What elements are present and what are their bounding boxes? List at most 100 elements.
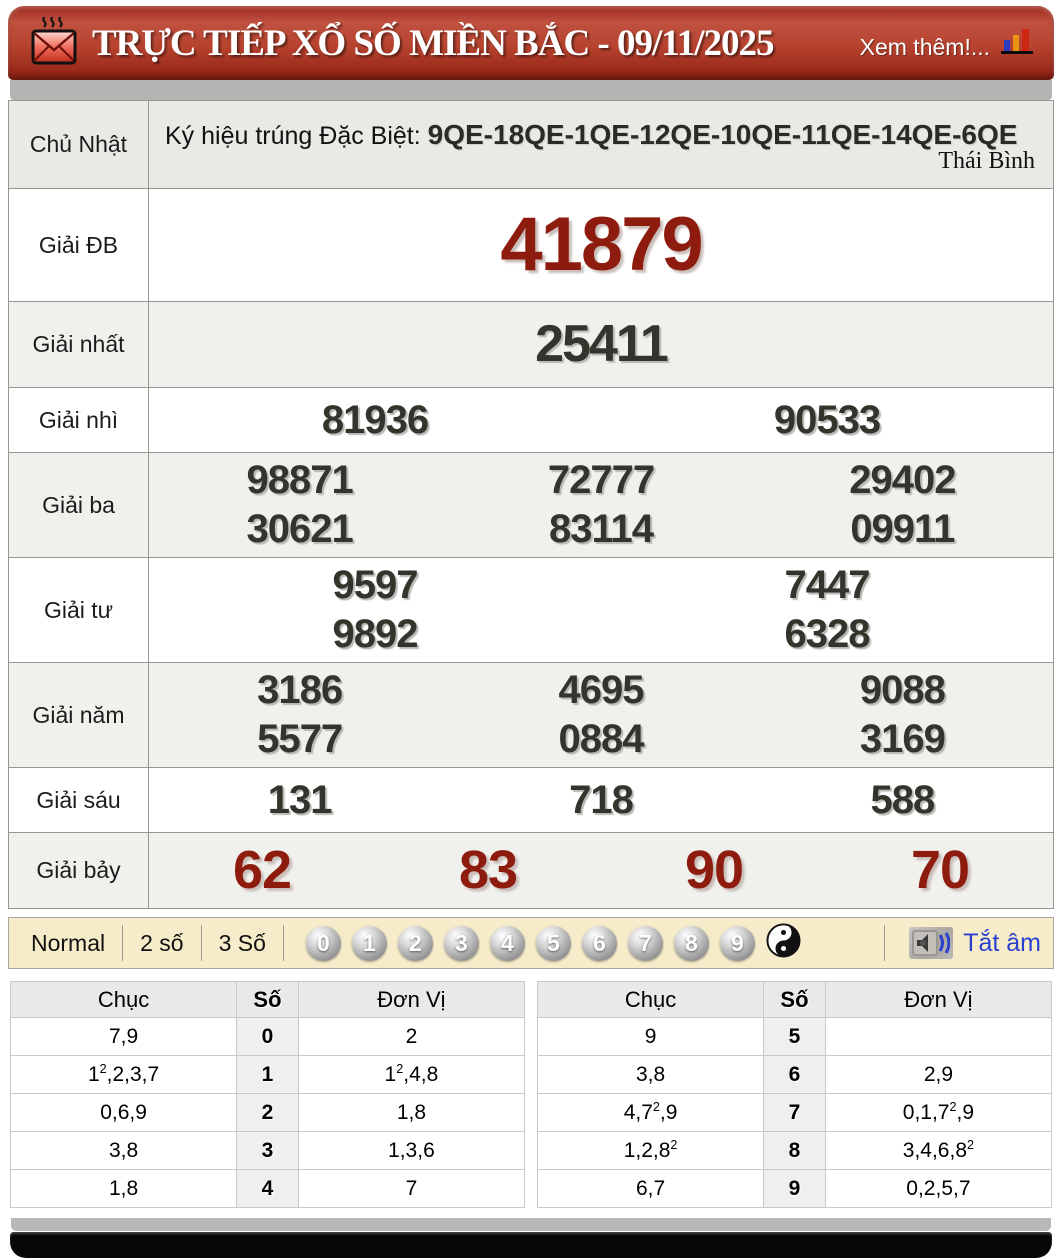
head-tail-stats: Chục Số Đơn Vị 7,9 0 2 12,2,3,7 1 12,4,8 0,6,9 2 1,… bbox=[8, 969, 1054, 1218]
stats-row: 0,6,9 2 1,8 bbox=[9, 1093, 526, 1132]
prize-number: 30621 bbox=[246, 507, 354, 551]
digit-ball-9[interactable]: 9 bbox=[719, 925, 755, 961]
stats-value-cell: 1,3,6 bbox=[297, 1131, 526, 1170]
stats-row: 1,2,82 8 3,4,6,82 bbox=[536, 1131, 1053, 1170]
prize-number: 0884 bbox=[558, 717, 645, 761]
prize-line: 81936 90533 bbox=[149, 396, 1053, 445]
prize-number: 90 bbox=[684, 839, 744, 900]
stats-row: 95 bbox=[536, 1017, 1053, 1056]
page-title: TRỰC TIẾP XỔ SỐ MIỀN BẮC - 09/11/2025 bbox=[92, 22, 775, 64]
info-row: Chủ Nhật Ký hiệu trúng Đặc Biệt: 9QE-18Q… bbox=[9, 100, 1053, 188]
prize-numbers-sau: 131 718 588 bbox=[149, 768, 1053, 832]
special-sign-cell: Ký hiệu trúng Đặc Biệt: 9QE-18QE-1QE-12Q… bbox=[149, 101, 1053, 188]
header-bar: TRỰC TIẾP XỔ SỐ MIỀN BẮC - 09/11/2025 Xe… bbox=[8, 6, 1054, 80]
prize-number: 718 bbox=[569, 777, 634, 822]
prize-number: 29402 bbox=[849, 458, 956, 503]
stats-value-cell: 4,72,9 bbox=[536, 1093, 765, 1132]
prize-line: 9892 6328 bbox=[149, 610, 1053, 659]
stats-value-cell: 0,2,5,7 bbox=[824, 1169, 1053, 1208]
stats-value-cell: 2 bbox=[297, 1017, 526, 1056]
prize-numbers-ba: 98871 72777 29402 30621 83114 09911 bbox=[149, 453, 1053, 557]
prize-label-bay: Giải bảy bbox=[9, 833, 149, 908]
stats-value-cell: 9 bbox=[536, 1017, 765, 1056]
prize-number: 98871 bbox=[246, 458, 354, 503]
stats-header-left-1: Số bbox=[236, 981, 299, 1018]
weekday-label: Chủ Nhật bbox=[9, 101, 149, 188]
mute-button[interactable]: Tắt âm bbox=[963, 929, 1041, 958]
stats-header-right-0: Chục bbox=[536, 981, 765, 1018]
stats-value-cell: 0,6,9 bbox=[9, 1093, 238, 1132]
results-board: Chủ Nhật Ký hiệu trúng Đặc Biệt: 9QE-18Q… bbox=[8, 100, 1054, 909]
prize-number: 72777 bbox=[547, 458, 655, 503]
digit-balls: 0123456789 bbox=[305, 923, 801, 963]
stats-digit-cell: 5 bbox=[763, 1017, 826, 1056]
prize-number: 83114 bbox=[548, 507, 654, 551]
stats-value-cell: 3,8 bbox=[9, 1131, 238, 1170]
mode-2-so[interactable]: 2 số bbox=[123, 930, 200, 957]
digit-ball-8[interactable]: 8 bbox=[673, 925, 709, 961]
sign-label: Ký hiệu trúng Đặc Biệt: bbox=[165, 122, 428, 150]
stats-value-cell: 0,1,72,9 bbox=[824, 1093, 1053, 1132]
prize-label-nhi: Giải nhì bbox=[9, 388, 149, 452]
digit-ball-7[interactable]: 7 bbox=[627, 925, 663, 961]
stats-row: 7,9 0 2 bbox=[9, 1017, 526, 1056]
prize-label-nhat: Giải nhất bbox=[9, 302, 149, 387]
digit-ball-2[interactable]: 2 bbox=[397, 925, 433, 961]
header-divider-strip bbox=[10, 80, 1052, 100]
prize-label-tu: Giải tư bbox=[9, 558, 149, 662]
prize-number: 4695 bbox=[558, 668, 645, 713]
stats-value-cell: 3,4,6,82 bbox=[824, 1131, 1053, 1170]
mode-normal[interactable]: Normal bbox=[21, 930, 122, 957]
stats-value-cell: 1,8 bbox=[9, 1169, 238, 1208]
toolbar-divider bbox=[884, 925, 886, 961]
stats-digit-cell: 4 bbox=[236, 1169, 299, 1208]
digit-ball-6[interactable]: 6 bbox=[581, 925, 617, 961]
digit-ball-5[interactable]: 5 bbox=[535, 925, 571, 961]
mode-3-so[interactable]: 3 Số bbox=[202, 930, 283, 957]
prize-label-ba: Giải ba bbox=[9, 453, 149, 557]
footer-black-bar bbox=[10, 1232, 1052, 1258]
prize-row-db: Giải ĐB 41879 bbox=[9, 188, 1053, 301]
yin-yang-icon[interactable] bbox=[766, 923, 801, 963]
stats-row: 3,8 6 2,9 bbox=[536, 1055, 1053, 1094]
stats-header-right-1: Số bbox=[763, 981, 826, 1018]
prize-number: 41879 bbox=[500, 201, 703, 287]
digit-ball-0[interactable]: 0 bbox=[305, 925, 341, 961]
prize-rows: Giải ĐB 41879 Giải nhất 25411 Giải nhì 81936 9… bbox=[9, 188, 1053, 908]
stats-table-left: Chục Số Đơn Vị 7,9 0 2 12,2,3,7 1 12,4,8 0,6,9 2 1,… bbox=[9, 981, 526, 1208]
prize-number: 5577 bbox=[257, 717, 343, 761]
stats-value-cell: 7,9 bbox=[9, 1017, 238, 1056]
digit-ball-1[interactable]: 1 bbox=[351, 925, 387, 961]
stats-digit-cell: 7 bbox=[763, 1093, 826, 1132]
prize-line: 3186 4695 9088 bbox=[149, 666, 1053, 715]
prize-row-tu: Giải tư 9597 7447 9892 6328 bbox=[9, 557, 1053, 662]
see-more-link[interactable]: Xem thêm!... bbox=[860, 34, 990, 61]
stats-row: 1,8 4 7 bbox=[9, 1169, 526, 1208]
stats-digit-cell: 3 bbox=[236, 1131, 299, 1170]
prize-row-nhi: Giải nhì 81936 90533 bbox=[9, 387, 1053, 452]
bar-chart-icon[interactable] bbox=[1000, 26, 1036, 61]
prize-numbers-tu: 9597 7447 9892 6328 bbox=[149, 558, 1053, 662]
stats-digit-cell: 1 bbox=[236, 1055, 299, 1094]
prize-number: 25411 bbox=[535, 314, 669, 373]
prize-label-db: Giải ĐB bbox=[9, 189, 149, 301]
prize-row-bay: Giải bảy 62 83 90 70 bbox=[9, 832, 1053, 908]
speaker-icon[interactable] bbox=[909, 927, 954, 959]
prize-number: 3186 bbox=[257, 668, 343, 713]
stats-value-cell: 12,4,8 bbox=[297, 1055, 526, 1094]
toolbar-divider bbox=[282, 925, 284, 961]
prize-number: 9597 bbox=[332, 563, 419, 608]
stats-value-cell: 12,2,3,7 bbox=[9, 1055, 238, 1094]
prize-row-nhat: Giải nhất 25411 bbox=[9, 301, 1053, 387]
prize-row-nam: Giải năm 3186 4695 9088 5577 0884 3169 bbox=[9, 662, 1053, 767]
prize-number: 62 bbox=[232, 839, 292, 900]
prize-row-sau: Giải sáu 131 718 588 bbox=[9, 767, 1053, 832]
prize-number: 83 bbox=[458, 839, 518, 900]
digit-ball-4[interactable]: 4 bbox=[489, 925, 525, 961]
footer-gray-strip bbox=[11, 1218, 1051, 1231]
stats-value-cell: 2,9 bbox=[824, 1055, 1053, 1094]
digit-ball-3[interactable]: 3 bbox=[443, 925, 479, 961]
envelope-icon bbox=[30, 16, 78, 69]
stats-header-left-0: Chục bbox=[9, 981, 238, 1018]
prize-number: 588 bbox=[870, 777, 935, 822]
